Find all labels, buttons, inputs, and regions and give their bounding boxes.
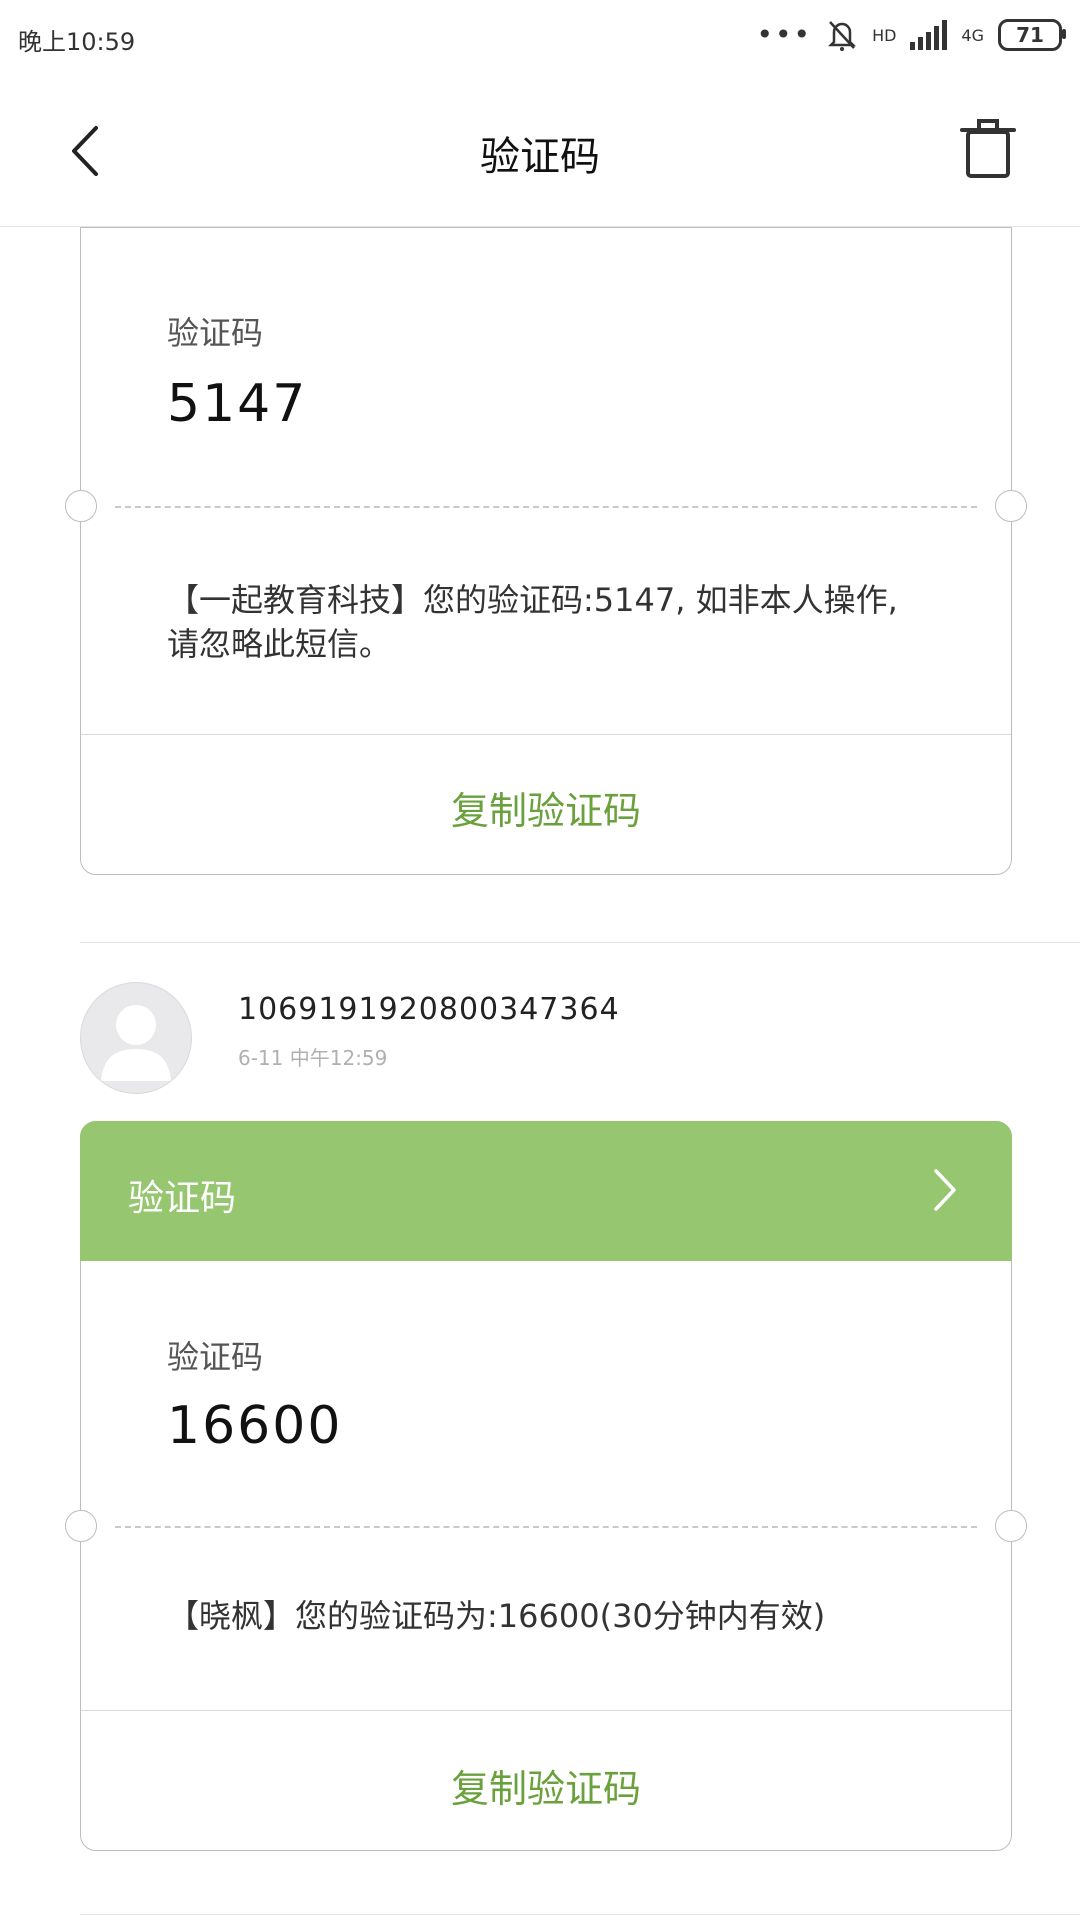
- card1-notch-left: [65, 490, 97, 522]
- card2-notch-left: [65, 1510, 97, 1542]
- battery-icon: 71: [998, 19, 1066, 51]
- hd-label: HD: [872, 25, 897, 45]
- card1: 验证码 5147 【一起教育科技】您的验证码:5147, 如非本人操作, 请忽略…: [65, 227, 1027, 875]
- card2-divider: [81, 1710, 1011, 1711]
- status-time: 晚上10:59: [18, 28, 136, 56]
- item-separator-bottom: [80, 1914, 1080, 1915]
- avatar[interactable]: [80, 982, 192, 1094]
- status-bar: 晚上10:59 ••• HD 4G 71: [0, 0, 1080, 76]
- card2-code[interactable]: 16600: [167, 1396, 342, 1456]
- sender-number: 10691919208003473​64: [238, 992, 620, 1027]
- card1-notch-right: [995, 490, 1027, 522]
- chevron-right-icon: [934, 1169, 956, 1211]
- signal-icon: [910, 20, 948, 50]
- card2-header-label: 验证码: [128, 1178, 237, 1219]
- card1-dashed-divider: [115, 506, 977, 508]
- sender-time: 6-11 中午12:59: [238, 1046, 388, 1070]
- card2-copy-button[interactable]: 复制验证码: [81, 1758, 1011, 1813]
- more-dots-icon: •••: [756, 18, 813, 51]
- card1-code-label: 验证码: [167, 314, 264, 352]
- trash-icon: [960, 119, 1016, 178]
- item-separator: [80, 942, 1080, 943]
- bell-muted-icon: [828, 21, 857, 51]
- card2-code-label: 验证码: [167, 1338, 264, 1376]
- network-label: 4G: [961, 25, 984, 45]
- header: 验证码: [0, 76, 1080, 227]
- page-title: 验证码: [480, 134, 600, 180]
- card1-copy-button[interactable]: 复制验证码: [81, 780, 1011, 835]
- card2-dashed-divider: [115, 1526, 977, 1528]
- card2: 验证码 验证码 16600 【晓枫】您的验证码为:16600(30分钟内有效) …: [65, 1121, 1027, 1851]
- person-icon: [101, 1005, 171, 1081]
- battery-level: 71: [1016, 23, 1044, 47]
- card2-header-arrow[interactable]: [930, 1165, 960, 1215]
- card1-divider: [81, 734, 1011, 735]
- status-icons: ••• HD 4G 71: [756, 18, 1066, 52]
- card1-message: 【一起教育科技】您的验证码:5147, 如非本人操作, 请忽略此短信。: [167, 581, 898, 663]
- delete-button[interactable]: [960, 118, 1016, 182]
- card2-notch-right: [995, 1510, 1027, 1542]
- card2-header[interactable]: 验证码: [80, 1121, 1012, 1261]
- card2-message: 【晓枫】您的验证码为:16600(30分钟内有效): [167, 1597, 826, 1635]
- card1-code[interactable]: 5147: [167, 374, 307, 434]
